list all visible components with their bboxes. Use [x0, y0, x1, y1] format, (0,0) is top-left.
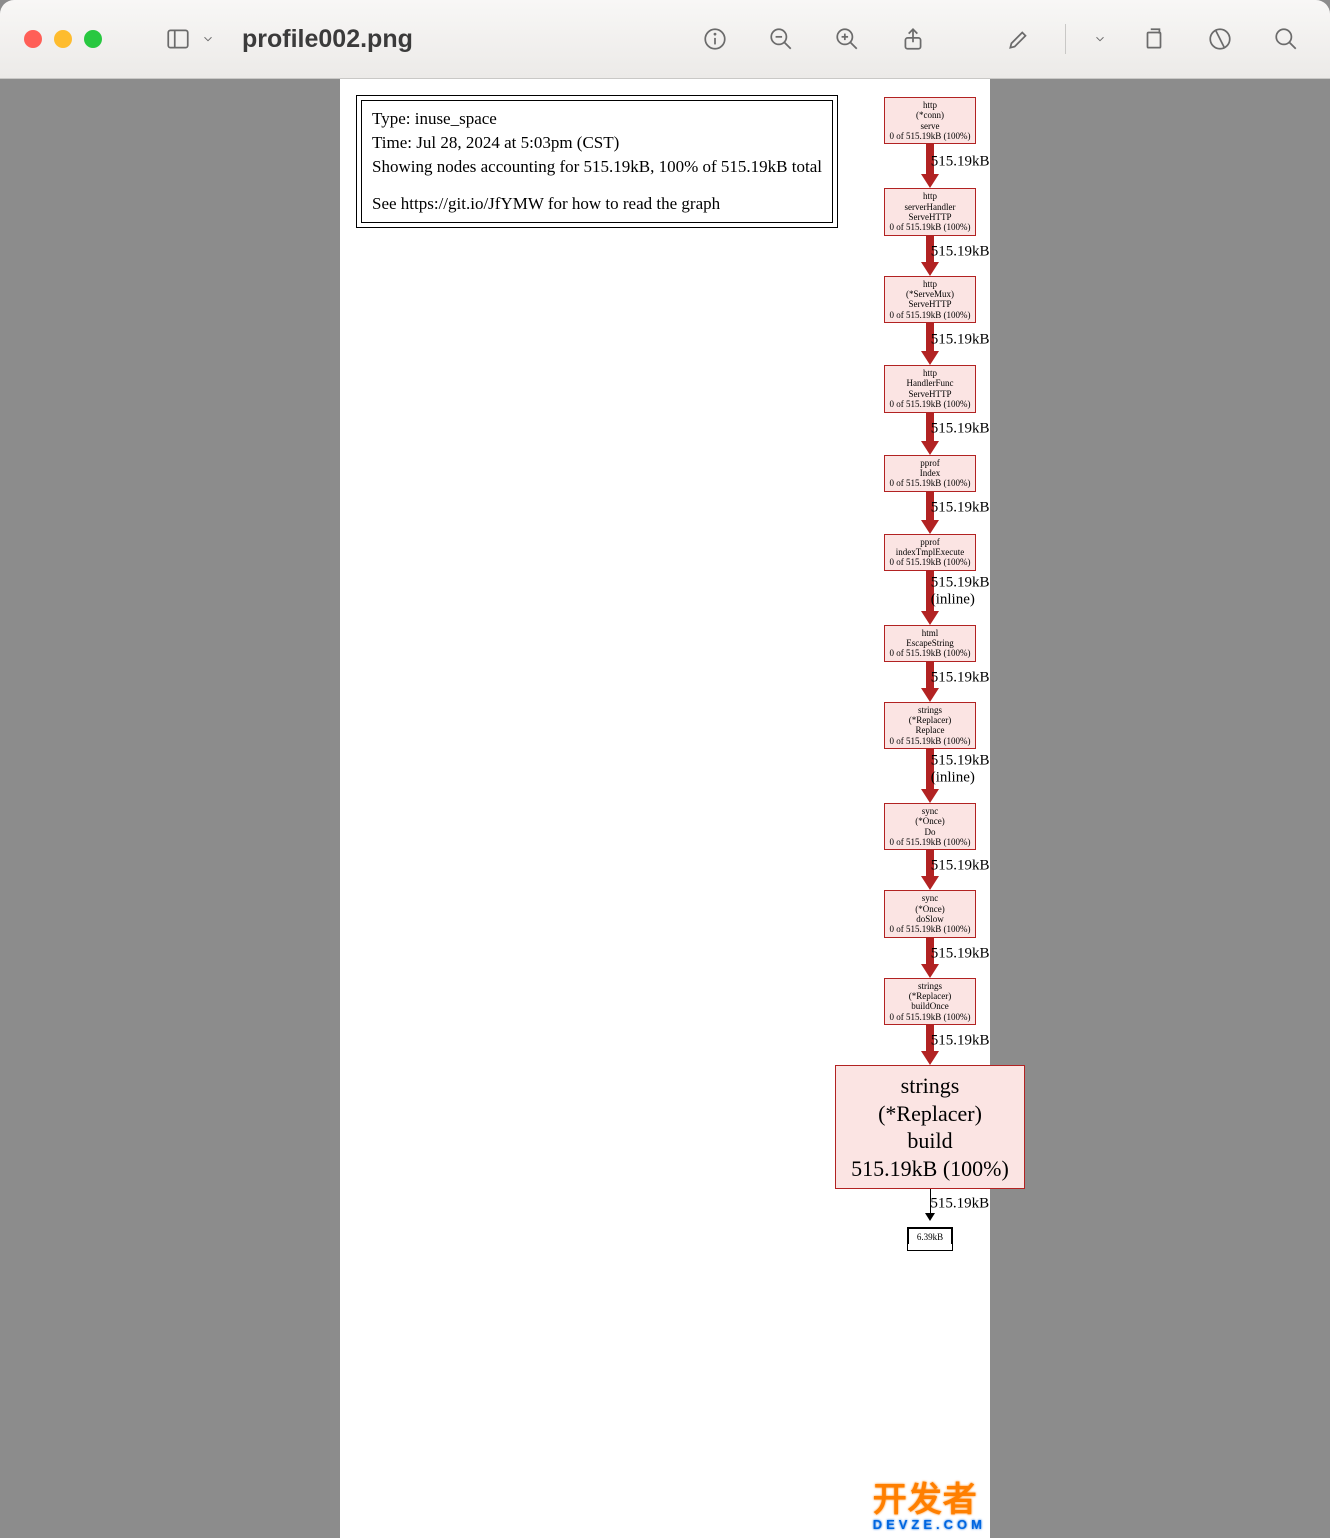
edge-label: 515.19kB — [931, 421, 990, 438]
preview-window: profile002.png Type: inuse_space Time: J… — [0, 0, 1330, 1538]
content-area: Type: inuse_space Time: Jul 28, 2024 at … — [0, 79, 1330, 1538]
zoom-in-icon[interactable] — [827, 19, 867, 59]
info-showing: Showing nodes accounting for 515.19kB, 1… — [372, 155, 822, 179]
close-window-button[interactable] — [24, 30, 42, 48]
edge-label: 515.19kB(inline) — [931, 753, 990, 786]
graph-edge: 515.19kB — [921, 662, 939, 702]
graph-edge: 515.19kB — [921, 413, 939, 455]
info-time: Time: Jul 28, 2024 at 5:03pm (CST) — [372, 131, 822, 155]
graph-node: strings(*Replacer)Replace0 of 515.19kB (… — [884, 702, 976, 749]
graph-node: sync(*Once)Do0 of 515.19kB (100%) — [884, 803, 976, 850]
zoom-out-icon[interactable] — [761, 19, 801, 59]
graph-edge: 515.19kB — [921, 850, 939, 890]
edge-label: 515.19kB — [931, 243, 990, 260]
graph-edge: 515.19kB — [921, 323, 939, 365]
graph-info-box: Type: inuse_space Time: Jul 28, 2024 at … — [356, 95, 838, 228]
edge-label: 515.19kB(inline) — [931, 575, 990, 608]
titlebar: profile002.png — [0, 0, 1330, 79]
markup-icon[interactable] — [999, 19, 1039, 59]
graph-edge: 515.19kB — [921, 236, 939, 276]
edge-label: 515.19kB — [931, 500, 990, 517]
graph-end-node: 6.39kB — [907, 1227, 953, 1247]
graph-node: pprofIndex0 of 515.19kB (100%) — [884, 455, 976, 492]
window-controls — [24, 30, 102, 48]
edge-label: 515.19kB — [931, 331, 990, 348]
graph-node: htmlEscapeString0 of 515.19kB (100%) — [884, 625, 976, 662]
share-icon[interactable] — [893, 19, 933, 59]
graph-node: httpserverHandlerServeHTTP0 of 515.19kB … — [884, 188, 976, 235]
graph-node: strings(*Replacer)buildOnce0 of 515.19kB… — [884, 978, 976, 1025]
highlight-icon[interactable] — [1200, 19, 1240, 59]
info-icon[interactable] — [695, 19, 735, 59]
graph-node: http(*ServeMux)ServeHTTP0 of 515.19kB (1… — [884, 276, 976, 323]
graph-edge: 515.19kB(inline) — [921, 571, 939, 625]
info-type: Type: inuse_space — [372, 107, 822, 131]
sidebar-toggle[interactable] — [158, 19, 216, 59]
graph-edge: 515.19kB — [921, 1025, 939, 1065]
minimize-window-button[interactable] — [54, 30, 72, 48]
graph-edge: 515.19kB — [921, 144, 939, 188]
toolbar-divider — [1065, 24, 1066, 54]
edge-label: 515.19kB — [931, 858, 990, 875]
graph-node: strings(*Replacer)build515.19kB (100%) — [835, 1065, 1025, 1189]
graph-node: pprofindexTmplExecute0 of 515.19kB (100%… — [884, 534, 976, 571]
graph-edge: 515.19kB — [925, 1189, 935, 1227]
edge-label: 515.19kB — [931, 153, 990, 170]
graph-edge: 515.19kB — [921, 492, 939, 534]
edge-label: 515.19kB — [931, 945, 990, 962]
chevron-down-icon[interactable] — [200, 19, 216, 59]
fullscreen-window-button[interactable] — [84, 30, 102, 48]
chevron-down-icon[interactable] — [1092, 19, 1108, 59]
edge-label: 515.19kB — [931, 1033, 990, 1050]
call-graph: http(*conn)serve0 of 515.19kB (100%)515.… — [820, 97, 1040, 1247]
watermark: 开发者 DEVZE.COM — [873, 1472, 986, 1532]
edge-label: 515.19kB — [931, 669, 990, 686]
info-help: See https://git.io/JfYMW for how to read… — [372, 192, 822, 216]
image-page: Type: inuse_space Time: Jul 28, 2024 at … — [340, 79, 990, 1538]
search-icon[interactable] — [1266, 19, 1306, 59]
graph-node: sync(*Once)doSlow0 of 515.19kB (100%) — [884, 890, 976, 937]
graph-node: httpHandlerFuncServeHTTP0 of 515.19kB (1… — [884, 365, 976, 412]
rotate-icon[interactable] — [1134, 19, 1174, 59]
graph-node: http(*conn)serve0 of 515.19kB (100%) — [884, 97, 976, 144]
window-title: profile002.png — [242, 25, 413, 54]
graph-edge: 515.19kB(inline) — [921, 749, 939, 803]
graph-edge: 515.19kB — [921, 938, 939, 978]
edge-label: 515.19kB — [930, 1196, 989, 1213]
